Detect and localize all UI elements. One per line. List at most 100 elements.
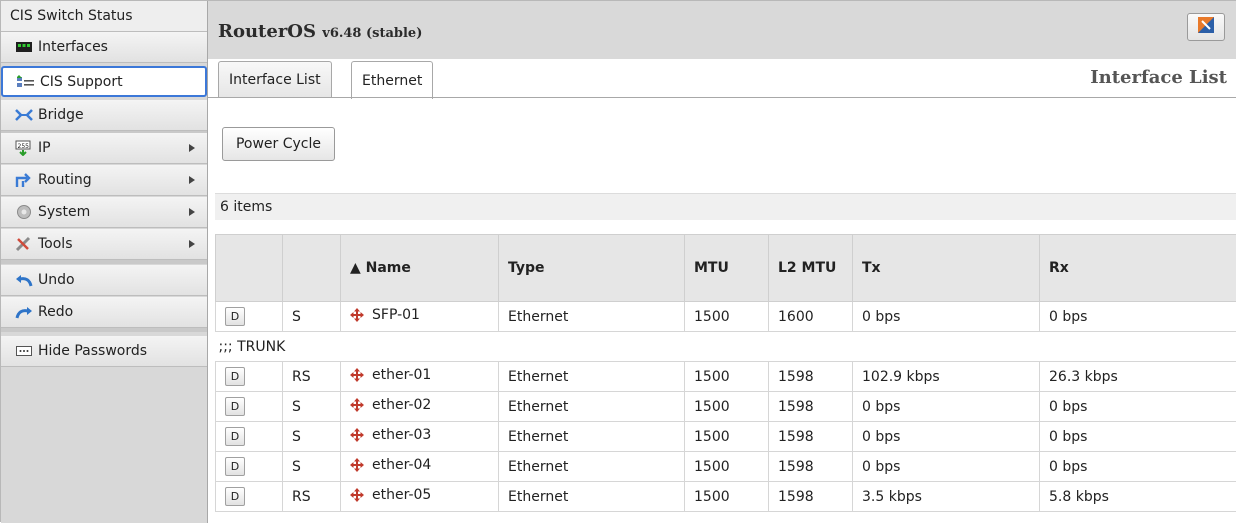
sidebar-header: CIS Switch Status [1,1,207,32]
sidebar-item-tools[interactable]: Tools [1,229,207,260]
interface-name-label: ether-04 [372,457,431,473]
disable-button[interactable]: D [225,307,245,326]
bridge-icon [15,107,33,123]
column-header-l2mtu[interactable]: L2 MTU [769,235,853,302]
l2mtu-cell: 1598 [769,392,853,422]
mtu-cell: 1500 [685,362,769,392]
flags-cell: RS [283,362,341,392]
interface-name[interactable]: ether-03 [350,427,431,443]
mtu-cell: 1500 [685,452,769,482]
interface-name-label: ether-03 [372,427,431,443]
interface-name-label: ether-02 [372,397,431,413]
flags-cell: S [283,392,341,422]
name-cell: ether-01 [341,362,499,392]
actions-cell: D [216,302,283,332]
l2mtu-cell: 1598 [769,362,853,392]
tx-cell: 0 bps [853,392,1040,422]
type-cell: Ethernet [499,302,685,332]
comment-row[interactable]: ;;; TRUNK [216,332,1236,362]
column-header-tx[interactable]: Tx [853,235,1040,302]
winbox-icon [1198,17,1214,37]
interface-name-label: ether-01 [372,367,431,383]
interface-name[interactable]: ether-02 [350,397,431,413]
tab-ethernet[interactable]: Ethernet [351,61,433,99]
rx-cell: 0 bps [1040,452,1236,482]
sidebar-item-system[interactable]: System [1,197,207,228]
product-name: RouterOS [218,21,316,42]
mtu-cell: 1500 [685,482,769,512]
ethernet-interface-icon [350,398,364,412]
sidebar: CIS Switch Status Interfaces CIS Support… [1,1,208,523]
power-cycle-button[interactable]: Power Cycle [222,127,335,161]
sidebar-item-interfaces[interactable]: Interfaces [1,32,207,63]
disable-button[interactable]: D [225,487,245,506]
table-row[interactable]: DSether-03Ethernet150015980 bps0 bps [216,422,1236,452]
interface-name[interactable]: ether-01 [350,367,431,383]
page-title: Interface List [1090,67,1227,88]
column-header-actions[interactable] [216,235,283,302]
flags-cell: S [283,452,341,482]
sidebar-item-ip[interactable]: 255 IP [1,133,207,164]
flags-cell: S [283,302,341,332]
version-label: v6.48 (stable) [322,26,422,41]
actions-cell: D [216,422,283,452]
sidebar-item-label: Undo [38,272,75,288]
tx-cell: 0 bps [853,422,1040,452]
ethernet-interface-icon [350,368,364,382]
sidebar-item-cis-support[interactable]: CIS Support [1,66,207,97]
item-count: 6 items [220,199,272,215]
type-cell: Ethernet [499,422,685,452]
column-header-name[interactable]: ▲ Name [341,235,499,302]
sidebar-item-routing[interactable]: Routing [1,165,207,196]
table-row[interactable]: DRSether-05Ethernet150015983.5 kbps5.8 k… [216,482,1236,512]
disable-button[interactable]: D [225,367,245,386]
redo-icon [15,304,33,320]
table-row[interactable]: DSSFP-01Ethernet150016000 bps0 bps [216,302,1236,332]
sidebar-item-redo[interactable]: Redo [1,297,207,328]
submenu-arrow-icon [189,208,195,216]
rx-cell: 5.8 kbps [1040,482,1236,512]
sidebar-item-hide-passwords[interactable]: Hide Passwords [1,336,207,367]
name-cell: ether-04 [341,452,499,482]
sidebar-item-label: CIS Support [40,74,123,90]
tx-cell: 102.9 kbps [853,362,1040,392]
sidebar-item-label: Interfaces [38,39,108,55]
ethernet-interface-icon [350,428,364,442]
interface-name-label: ether-05 [372,487,431,503]
submenu-arrow-icon [189,144,195,152]
actions-cell: D [216,452,283,482]
tab-label: Interface List [229,72,321,88]
tools-icon [15,236,33,252]
flags-cell: S [283,422,341,452]
table-row[interactable]: DSether-04Ethernet150015980 bps0 bps [216,452,1236,482]
sidebar-item-bridge[interactable]: Bridge [1,100,207,131]
routing-icon [15,172,33,188]
name-cell: ether-03 [341,422,499,452]
name-cell: ether-05 [341,482,499,512]
column-header-flags[interactable] [283,235,341,302]
mtu-cell: 1500 [685,392,769,422]
interface-name[interactable]: SFP-01 [350,307,420,323]
interface-name[interactable]: ether-05 [350,487,431,503]
table-header-row: ▲ Name Type MTU L2 MTU Tx Rx [216,235,1236,302]
system-icon [15,204,33,220]
column-header-rx[interactable]: Rx [1040,235,1236,302]
tx-cell: 0 bps [853,452,1040,482]
hide-passwords-icon [15,343,33,359]
disable-button[interactable]: D [225,397,245,416]
table-row[interactable]: DRSether-01Ethernet15001598102.9 kbps26.… [216,362,1236,392]
tab-label: Ethernet [362,73,422,89]
mtu-cell: 1500 [685,422,769,452]
table-row[interactable]: DSether-02Ethernet150015980 bps0 bps [216,392,1236,422]
disable-button[interactable]: D [225,427,245,446]
disable-button[interactable]: D [225,457,245,476]
column-header-mtu[interactable]: MTU [685,235,769,302]
interface-name[interactable]: ether-04 [350,457,431,473]
winbox-button[interactable] [1187,13,1225,41]
submenu-arrow-icon [189,176,195,184]
sidebar-item-undo[interactable]: Undo [1,265,207,296]
sidebar-item-label: System [38,204,90,220]
tab-interface-list[interactable]: Interface List [218,61,332,97]
type-cell: Ethernet [499,452,685,482]
column-header-type[interactable]: Type [499,235,685,302]
